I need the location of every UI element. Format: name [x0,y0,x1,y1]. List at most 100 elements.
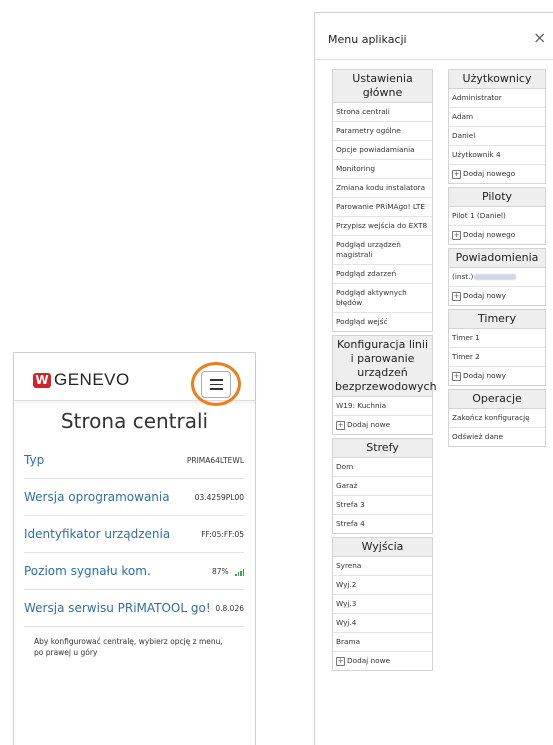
menu-item[interactable]: Adam [449,108,545,127]
plus-icon: + [452,169,461,179]
menu-item[interactable]: Pilot 1 (Daniel) [449,207,545,226]
menu-section-outputs: Wyjścia Syrena Wyj.2 Wyj.3 Wyj.4 Brama +… [332,537,433,671]
section-header: Piloty [449,188,545,207]
menu-item[interactable]: Odśwież dane [449,428,545,446]
phone-view: W GENEVO Strona centrali Typ PRIMA64LTEW… [13,352,256,745]
menu-item[interactable]: Przypisz wejścia do EXT8 [333,217,432,236]
info-value: 87% [211,566,229,576]
section-header: Ustawienia główne [333,70,432,103]
menu-section-lines: Konfiguracja linii i parowanie urządzeń … [332,335,437,435]
menu-item[interactable]: Strefa 3 [333,496,432,515]
info-label: Identyfikator urządzenia [24,527,171,541]
add-label: Dodaj nowe [347,420,391,429]
signal-bars-icon [235,568,244,576]
add-new-button[interactable]: + Dodaj nowego [449,226,545,244]
menu-section-operations: Operacje Zakończ konfigurację Odśwież da… [448,389,546,447]
menu-section-remotes: Piloty Pilot 1 (Daniel) + Dodaj nowego [448,187,546,245]
menu-item[interactable]: Dom [333,458,432,477]
info-value: FF:05:FF:05 [201,529,244,539]
plus-icon: + [336,420,345,430]
menu-item[interactable]: Wyj.4 [333,614,432,633]
menu-item[interactable]: Zakończ konfigurację [449,409,545,428]
menu-item[interactable]: Wyj.3 [333,595,432,614]
menu-section-main-settings: Ustawienia główne Strona centrali Parame… [332,69,433,332]
add-label: Dodaj nowy [463,291,506,300]
info-row-signal: Poziom sygnału kom. 87% [24,553,244,590]
section-header: Konfiguracja linii i parowanie urządzeń … [333,336,437,397]
genevo-logo-icon: W [33,373,51,388]
menu-item[interactable]: Opcje powiadamiania [333,141,432,160]
page-title: Strona centrali [60,409,209,433]
add-new-button[interactable]: + Dodaj nowy [449,367,545,385]
menu-item[interactable]: Zmiana kodu instalatora [333,179,432,198]
close-icon[interactable]: × [533,28,546,48]
menu-item[interactable]: Użytkownik 4 [449,146,545,165]
redacted-value [474,274,517,280]
menu-item[interactable]: (inst.) [449,268,545,287]
info-row-firmware: Wersja oprogramowania 03.4259PL00 [24,479,244,516]
menu-title: Menu aplikacji [328,33,407,46]
menu-column-left: Ustawienia główne Strona centrali Parame… [332,69,437,674]
add-label: Dodaj nowy [463,371,506,380]
menu-item[interactable]: Podgląd aktywnych błędów [333,284,432,313]
menu-line-icon [209,383,223,386]
info-value: 0.8.026 [215,603,244,613]
add-label: Dodaj nowego [463,230,516,239]
menu-item[interactable]: Wyj.2 [333,576,432,595]
info-value-wrap: 87% [212,567,244,576]
info-value: PRIMA64LTEWL [186,455,244,465]
menu-section-timers: Timery Timer 1 Timer 2 + Dodaj nowy [448,309,546,386]
menu-item[interactable]: Timer 2 [449,348,545,367]
menu-item[interactable]: Podgląd urządzeń magistrali [333,236,432,265]
menu-section-notifications: Powiadomienia (inst.) + Dodaj nowy [448,248,546,306]
menu-item[interactable]: Brama [333,633,432,652]
menu-item[interactable]: Syrena [333,557,432,576]
menu-item[interactable]: W19: Kuchnia [333,397,432,416]
menu-section-users: Użytkownicy Administrator Adam Daniel Uż… [448,69,546,184]
section-header: Strefy [333,439,432,458]
hint-text: Aby konfigurować centralę, wybierz opcję… [34,637,223,657]
add-new-button[interactable]: + Dodaj nowe [333,416,432,434]
plus-icon: + [452,291,461,301]
section-header: Powiadomienia [449,249,545,268]
menu-column-right: Użytkownicy Administrator Adam Daniel Uż… [448,69,546,450]
menu-item[interactable]: Podgląd wejść [333,313,432,331]
notification-label: (inst.) [452,272,474,281]
menu-item[interactable]: Timer 1 [449,329,545,348]
menu-item[interactable]: Daniel [449,127,545,146]
info-label: Wersja oprogramowania [24,490,170,504]
add-label: Dodaj nowego [463,169,516,178]
menu-item[interactable]: Strefa 4 [333,515,432,533]
section-header: Timery [449,310,545,329]
brand-name: GENEVO [54,370,130,389]
menu-item[interactable]: Garaż [333,477,432,496]
plus-icon: + [452,230,461,240]
menu-section-zones: Strefy Dom Garaż Strefa 3 Strefa 4 [332,438,433,534]
info-label: Wersja serwisu PRiMATOOL go! [24,601,211,615]
add-new-button[interactable]: + Dodaj nowego [449,165,545,183]
menu-line-icon [209,388,223,390]
section-header: Użytkownicy [449,70,545,89]
menu-item[interactable]: Monitoring [333,160,432,179]
section-header: Wyjścia [333,538,432,557]
add-label: Dodaj nowe [347,656,391,665]
add-new-button[interactable]: + Dodaj nowe [333,652,432,670]
divider [315,59,553,60]
info-row-service-version: Wersja serwisu PRiMATOOL go! 0.8.026 [24,590,244,627]
hamburger-menu-button[interactable] [201,371,231,398]
info-value: 03.4259PL00 [194,492,244,502]
section-header: Operacje [449,390,545,409]
add-new-button[interactable]: + Dodaj nowy [449,287,545,305]
info-row-device-id: Identyfikator urządzenia FF:05:FF:05 [24,516,244,553]
info-row-type: Typ PRIMA64LTEWL [24,442,244,479]
menu-item[interactable]: Parowanie PRiMAgo! LTE [333,198,432,217]
device-info-table: Typ PRIMA64LTEWL Wersja oprogramowania 0… [24,442,244,627]
menu-item[interactable]: Podgląd zdarzeń [333,265,432,284]
plus-icon: + [452,371,461,381]
app-menu-panel: Menu aplikacji × Ustawienia główne Stron… [314,12,553,745]
plus-icon: + [336,656,345,666]
info-label: Typ [24,453,45,467]
menu-item[interactable]: Administrator [449,89,545,108]
menu-item[interactable]: Parametry ogólne [333,122,432,141]
menu-item[interactable]: Strona centrali [333,103,432,122]
